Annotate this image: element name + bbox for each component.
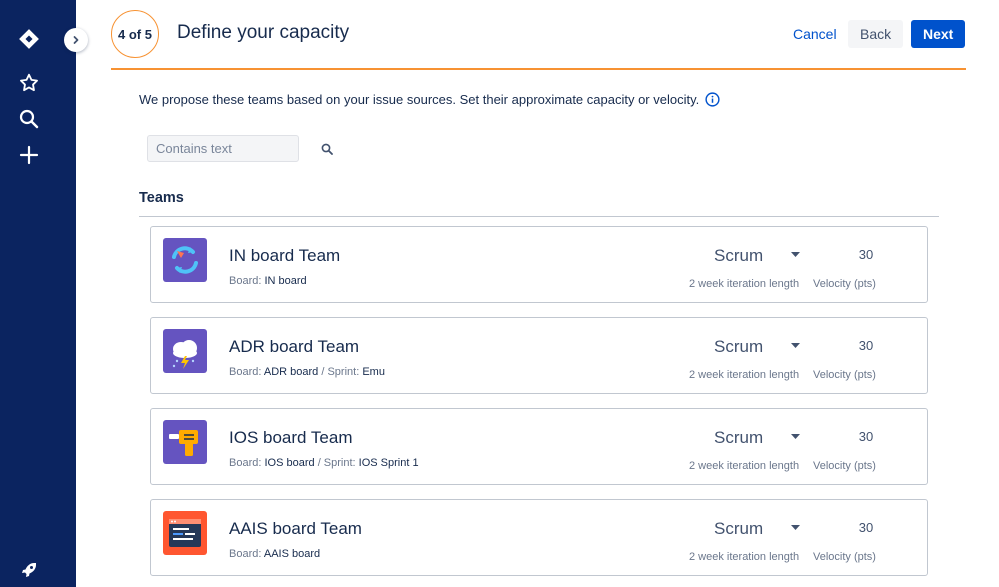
velocity-label: Velocity (pts) — [813, 369, 876, 381]
drill-icon — [163, 420, 207, 464]
search-icon[interactable] — [14, 104, 44, 134]
sync-arrows-icon — [163, 238, 207, 282]
planning-method-select[interactable]: Scrum — [706, 336, 806, 358]
rocket-icon[interactable] — [14, 555, 44, 585]
board-value: IN board — [264, 275, 307, 287]
board-label: Board: — [229, 275, 262, 287]
velocity-input[interactable]: 30 — [841, 247, 891, 262]
cancel-button[interactable]: Cancel — [781, 20, 849, 48]
iteration-length-label: 2 week iteration length — [689, 460, 800, 472]
velocity-input[interactable]: 30 — [841, 338, 891, 353]
velocity-input[interactable]: 30 — [841, 520, 891, 535]
team-meta: Board: IN board — [229, 275, 307, 287]
sprint-label: / Sprint: — [321, 366, 360, 378]
team-card: AAIS board Team Board: AAIS board Scrum … — [150, 499, 928, 576]
divider — [139, 216, 939, 217]
intro-text-row: We propose these teams based on your iss… — [139, 92, 720, 107]
planning-method-value: Scrum — [714, 519, 764, 538]
step-indicator: 4 of 5 — [111, 10, 159, 58]
planning-method-select[interactable]: Scrum — [706, 245, 806, 267]
board-label: Board: — [229, 366, 262, 378]
sprint-label: / Sprint: — [317, 457, 356, 469]
sprint-value: IOS Sprint 1 — [358, 457, 419, 469]
next-button[interactable]: Next — [911, 20, 966, 48]
planning-method-select[interactable]: Scrum — [706, 427, 806, 449]
chevron-down-icon — [791, 343, 800, 348]
board-label: Board: — [229, 548, 262, 560]
chevron-down-icon — [791, 252, 800, 257]
planning-method-value: Scrum — [714, 428, 764, 447]
search-icon[interactable] — [318, 140, 336, 158]
back-button[interactable]: Back — [848, 20, 904, 48]
velocity-label: Velocity (pts) — [813, 278, 876, 290]
sprint-value: Emu — [362, 366, 385, 378]
team-name: AAIS board Team — [229, 519, 362, 538]
team-card: ADR board Team Board: ADR board / Sprint… — [150, 317, 928, 394]
planning-method-value: Scrum — [714, 337, 764, 356]
intro-text: We propose these teams based on your iss… — [139, 92, 700, 107]
team-name: IOS board Team — [229, 428, 353, 447]
velocity-label: Velocity (pts) — [813, 551, 876, 563]
global-sidebar — [0, 0, 76, 587]
team-meta: Board: IOS board / Sprint: IOS Sprint 1 — [229, 457, 419, 469]
search-input[interactable] — [147, 135, 299, 162]
code-window-icon — [163, 511, 207, 555]
chevron-right-icon — [73, 36, 79, 44]
team-card: IN board Team Board: IN board Scrum 30 2… — [150, 226, 928, 303]
planning-method-select[interactable]: Scrum — [706, 518, 806, 540]
planning-method-value: Scrum — [714, 246, 764, 265]
page-title: Define your capacity — [177, 22, 350, 43]
board-value: AAIS board — [263, 548, 321, 560]
board-value: ADR board — [263, 366, 319, 378]
teams-heading: Teams — [139, 190, 184, 206]
team-name: IN board Team — [229, 246, 341, 265]
storm-cloud-icon — [163, 329, 207, 373]
team-card: IOS board Team Board: IOS board / Sprint… — [150, 408, 928, 485]
board-value: IOS board — [264, 457, 315, 469]
velocity-label: Velocity (pts) — [813, 460, 876, 472]
team-name: ADR board Team — [229, 337, 360, 356]
expand-sidebar-button[interactable] — [64, 28, 88, 52]
team-meta: Board: ADR board / Sprint: Emu — [229, 366, 385, 378]
iteration-length-label: 2 week iteration length — [689, 278, 800, 290]
chevron-down-icon — [791, 434, 800, 439]
velocity-input[interactable]: 30 — [841, 429, 891, 444]
board-label: Board: — [229, 457, 262, 469]
plus-icon[interactable] — [14, 140, 44, 170]
info-icon[interactable] — [705, 92, 720, 107]
team-meta: Board: AAIS board — [229, 548, 320, 560]
chevron-down-icon — [791, 525, 800, 530]
iteration-length-label: 2 week iteration length — [689, 369, 800, 381]
jira-logo-icon[interactable] — [14, 24, 44, 54]
iteration-length-label: 2 week iteration length — [689, 551, 800, 563]
star-icon[interactable] — [14, 68, 44, 98]
wizard-header: 4 of 5 Define your capacity Cancel Back … — [111, 0, 966, 70]
